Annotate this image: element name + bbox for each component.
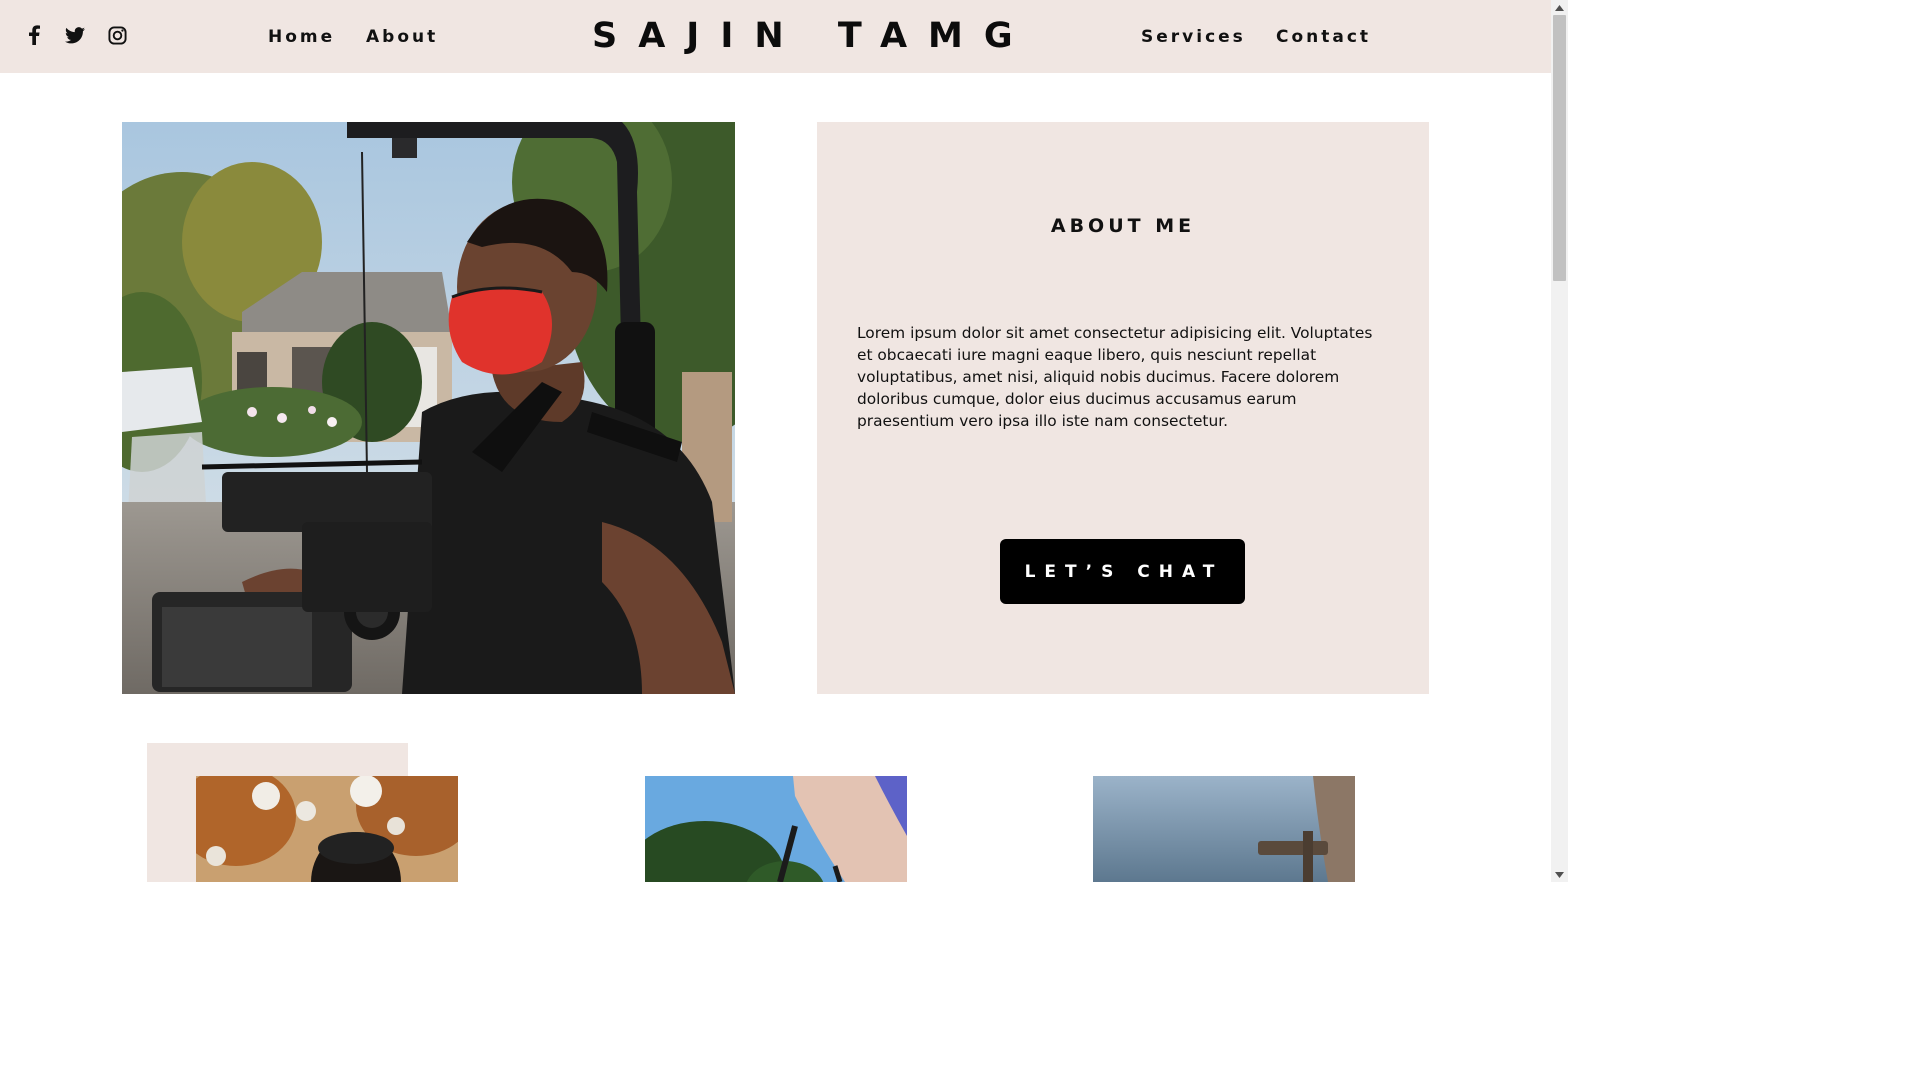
- nav-services-link[interactable]: Services: [1141, 26, 1246, 48]
- lets-chat-button[interactable]: LET’S CHAT: [1000, 539, 1245, 604]
- nav-about-link[interactable]: About: [366, 26, 438, 48]
- nav-contact-link[interactable]: Contact: [1276, 26, 1371, 48]
- scroll-down-icon[interactable]: [1551, 867, 1568, 882]
- facebook-icon[interactable]: [23, 24, 45, 46]
- about-panel: ABOUT ME Lorem ipsum dolor sit amet cons…: [817, 122, 1429, 694]
- portrait-photo[interactable]: [196, 776, 458, 882]
- site-logo[interactable]: SAJIN TAMG: [592, 14, 1034, 58]
- twitter-icon[interactable]: [64, 24, 86, 46]
- about-heading: ABOUT ME: [1050, 215, 1196, 237]
- scroll-up-icon[interactable]: [1551, 0, 1568, 15]
- videographer-photo: [122, 122, 735, 694]
- camera-rig-photo[interactable]: [645, 776, 907, 882]
- scrollbar-thumb[interactable]: [1553, 15, 1566, 281]
- instagram-icon[interactable]: [106, 24, 128, 46]
- nav-home-link[interactable]: Home: [268, 26, 335, 48]
- sky-equipment-photo[interactable]: [1093, 776, 1355, 882]
- page-viewport: Home About SAJIN TAMG Services Contact A…: [0, 0, 1551, 882]
- about-body-text: Lorem ipsum dolor sit amet consectetur a…: [857, 324, 1373, 430]
- vertical-scrollbar[interactable]: [1551, 0, 1568, 882]
- site-header: Home About SAJIN TAMG Services Contact: [0, 0, 1551, 73]
